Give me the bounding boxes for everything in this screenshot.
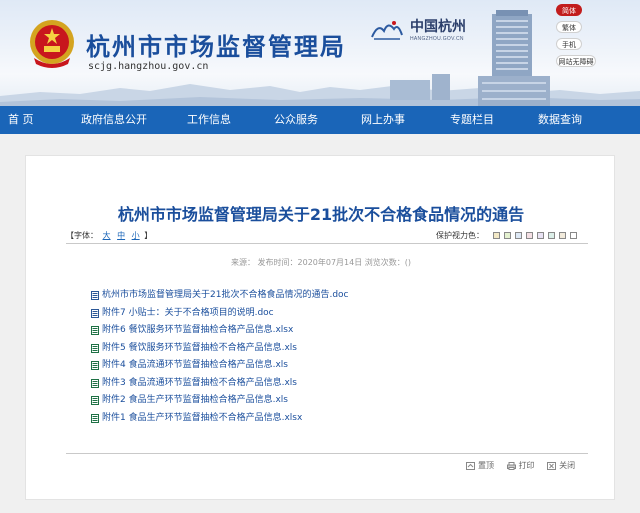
color-swatch[interactable] (569, 232, 577, 239)
attachment-link[interactable]: 附件5 餐饮服务环节监督抽检不合格产品信息.xls (102, 340, 297, 358)
attachment-link[interactable]: 杭州市市场监督管理局关于21批次不合格食品情况的通告.doc (102, 287, 348, 305)
color-swatch[interactable] (492, 232, 500, 239)
color-swatch[interactable] (558, 232, 566, 239)
nav-public-service[interactable]: 公众服务 (274, 106, 318, 134)
print-label: 打印 (518, 461, 535, 470)
font-size-label-end: 】 (144, 231, 153, 240)
mobile-link[interactable]: 手机 (556, 38, 582, 50)
nav-gov-info[interactable]: 政府信息公开 (81, 106, 147, 134)
site-header-banner: 杭州市市场监督管理局 scjg.hangzhou.gov.cn 中国杭州 HAN… (0, 0, 640, 106)
attachment-link[interactable]: 附件6 餐饮服务环节监督抽检合格产品信息.xlsx (102, 322, 293, 340)
attachment-link[interactable]: 附件2 食品生产环节监督抽检合格产品信息.xls (102, 392, 288, 410)
attachment-item[interactable]: 附件7 小贴士：关于不合格项目的说明.doc (91, 305, 571, 323)
color-swatch[interactable] (503, 232, 511, 239)
city-logo-sub: HANGZHOU.GOV.CN (410, 36, 464, 42)
attachment-link[interactable]: 附件1 食品生产环节监督抽检不合格产品信息.xlsx (102, 410, 302, 428)
excel-icon (91, 343, 99, 353)
font-size-large[interactable]: 大 (103, 231, 111, 240)
excel-icon (91, 378, 99, 388)
close-icon (547, 461, 557, 470)
close-label: 关闭 (559, 461, 576, 470)
nav-online-service[interactable]: 网上办事 (361, 106, 405, 134)
attachment-item[interactable]: 附件6 餐饮服务环节监督抽检合格产品信息.xlsx (91, 322, 571, 340)
attachment-item[interactable]: 杭州市市场监督管理局关于21批次不合格食品情况的通告.doc (91, 287, 571, 305)
main-nav: 首 页 政府信息公开 工作信息 公众服务 网上办事 专题栏目 数据查询 (0, 106, 640, 134)
excel-icon (91, 413, 99, 423)
attachment-item[interactable]: 附件2 食品生产环节监督抽检合格产品信息.xls (91, 392, 571, 410)
traditional-chinese-link[interactable]: 繁体 (556, 21, 582, 33)
word-doc-icon (91, 308, 99, 318)
color-swatch[interactable] (514, 232, 522, 239)
site-domain: scjg.hangzhou.gov.cn (88, 61, 209, 72)
site-title: 杭州市市场监督管理局 (86, 33, 346, 61)
print-button[interactable]: 打印 (506, 460, 535, 471)
attachment-link[interactable]: 附件7 小贴士：关于不合格项目的说明.doc (102, 305, 274, 323)
article-actions: 置顶 打印 关闭 (466, 460, 585, 471)
hangzhou-logo-icon (371, 21, 403, 40)
attachment-item[interactable]: 附件4 食品流通环节监督抽检合格产品信息.xls (91, 357, 571, 375)
nav-topics[interactable]: 专题栏目 (450, 106, 494, 134)
color-swatches (492, 231, 581, 240)
top-button[interactable]: 置顶 (466, 460, 494, 471)
nav-work-info[interactable]: 工作信息 (187, 106, 231, 134)
national-emblem-icon (30, 20, 74, 68)
attachment-link[interactable]: 附件3 食品流通环节监督抽检不合格产品信息.xls (102, 375, 297, 393)
divider (66, 243, 588, 244)
article-card: 杭州市市场监督管理局关于21批次不合格食品情况的通告 【字体： 大 中 小 】 … (25, 155, 615, 500)
top-label: 置顶 (478, 461, 494, 470)
close-button[interactable]: 关闭 (547, 460, 575, 471)
word-doc-icon (91, 291, 99, 300)
attachment-item[interactable]: 附件3 食品流通环节监督抽检不合格产品信息.xls (91, 375, 571, 393)
font-size-control: 【字体： 大 中 小 】 (66, 230, 152, 241)
city-logo[interactable]: 中国杭州 HANGZHOU.GOV.CN (370, 14, 478, 46)
eye-protection-control: 保护视力色： (436, 230, 581, 241)
font-size-label: 【字体： (66, 231, 98, 240)
accessibility-link[interactable]: 网站无障碍 (556, 55, 596, 67)
excel-icon (91, 326, 99, 335)
font-size-small[interactable]: 小 (132, 231, 140, 240)
excel-icon (91, 396, 99, 405)
attachment-list: 杭州市市场监督管理局关于21批次不合格食品情况的通告.doc 附件7 小贴士：关于… (91, 287, 571, 427)
site-options: 简体 繁体 手机 网站无障碍 (556, 4, 596, 72)
article-title: 杭州市市场监督管理局关于21批次不合格食品情况的通告 (117, 205, 525, 224)
article-meta: 来源： 发布时间：2020年07月14日 浏览次数：() (230, 258, 412, 267)
office-building-image (478, 10, 550, 106)
eye-protection-label: 保护视力色： (436, 231, 484, 240)
city-logo-text: 中国杭州 (410, 19, 466, 35)
print-icon (506, 461, 516, 470)
nav-data-query[interactable]: 数据查询 (538, 106, 582, 134)
font-size-medium[interactable]: 中 (117, 231, 125, 240)
attachment-item[interactable]: 附件5 餐饮服务环节监督抽检不合格产品信息.xls (91, 340, 571, 358)
nav-home[interactable]: 首 页 (8, 106, 34, 134)
excel-icon (91, 361, 99, 370)
attachment-item[interactable]: 附件1 食品生产环节监督抽检不合格产品信息.xlsx (91, 410, 571, 428)
color-swatch[interactable] (536, 232, 544, 239)
divider (66, 453, 588, 454)
attachment-link[interactable]: 附件4 食品流通环节监督抽检合格产品信息.xls (102, 357, 288, 375)
color-swatch[interactable] (525, 232, 533, 239)
color-swatch[interactable] (547, 232, 555, 239)
simplified-chinese-link[interactable]: 简体 (556, 4, 582, 16)
top-icon (466, 461, 475, 470)
